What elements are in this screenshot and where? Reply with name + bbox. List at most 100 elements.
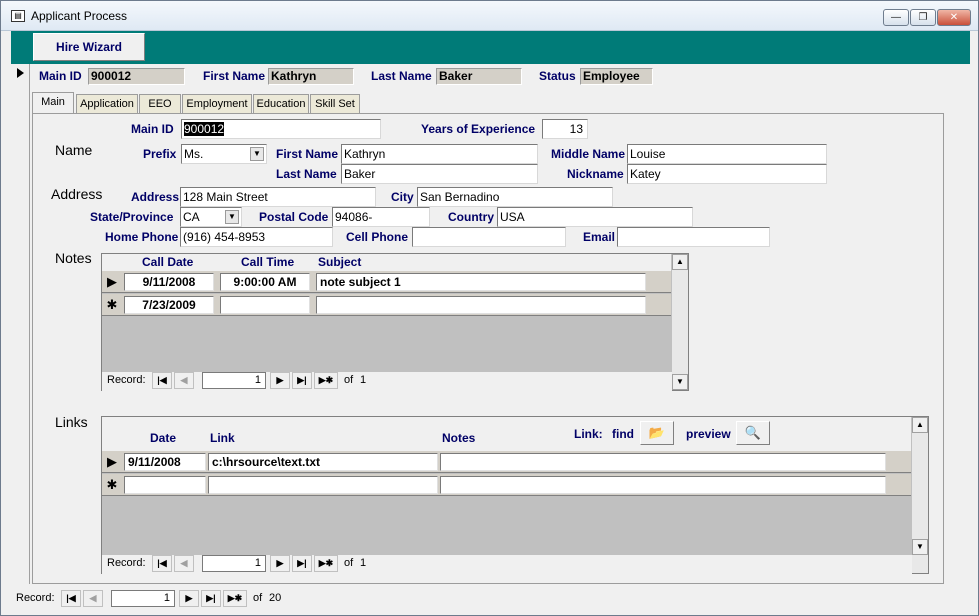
call-time-cell[interactable]	[220, 296, 310, 314]
links-scrollbar[interactable]: ▲ ▼	[911, 417, 928, 573]
preview-icon[interactable]: 🔍	[736, 421, 770, 445]
last-record-button[interactable]: ▶|	[292, 372, 312, 389]
address-section-heading: Address	[51, 186, 103, 202]
country-input[interactable]: USA	[497, 207, 693, 227]
folder-icon[interactable]: 📂	[640, 421, 674, 445]
table-row[interactable]: ✱	[102, 474, 912, 496]
first-record-button[interactable]: |◀	[152, 372, 172, 389]
state-select[interactable]: CA ▼	[180, 207, 242, 227]
date-header: Date	[150, 431, 177, 445]
last-name-input[interactable]: Baker	[341, 164, 538, 184]
subject-cell[interactable]	[316, 296, 646, 314]
home-phone-input[interactable]: (916) 454-8953	[180, 227, 333, 247]
prefix-select[interactable]: Ms. ▼	[181, 144, 267, 164]
table-row[interactable]: ▶ 9/11/2008 9:00:00 AM note subject 1	[102, 271, 672, 293]
links-section-heading: Links	[55, 414, 88, 430]
call-date-cell[interactable]: 7/23/2009	[124, 296, 214, 314]
record-selector-strip[interactable]	[11, 64, 30, 584]
email-label: Email	[583, 230, 616, 244]
scroll-up-icon[interactable]: ▲	[672, 254, 688, 270]
links-record-navigator: Record: |◀ ◀ 1 ▶ ▶| ▶✱ of 1	[102, 555, 912, 574]
next-record-button[interactable]: ▶	[270, 372, 290, 389]
link-path-cell[interactable]: c:\hrsource\text.txt	[208, 453, 438, 471]
links-subform: Date Link Notes Link: find 📂 preview 🔍 ▶…	[101, 416, 929, 574]
address-input[interactable]: 128 Main Street	[180, 187, 376, 207]
summary-last-name-field[interactable]: Baker	[436, 68, 522, 85]
last-record-button[interactable]: ▶|	[292, 555, 312, 572]
cell-phone-label: Cell Phone	[346, 230, 409, 244]
new-record-icon[interactable]: ✱	[102, 474, 122, 496]
call-date-cell[interactable]: 9/11/2008	[124, 273, 214, 291]
current-record-icon[interactable]: ▶	[102, 451, 122, 473]
nickname-input[interactable]: Katey	[627, 164, 827, 184]
email-input[interactable]	[617, 227, 770, 247]
link-notes-cell[interactable]	[440, 453, 886, 471]
record-number-input[interactable]: 1	[202, 372, 266, 389]
scroll-down-icon[interactable]: ▼	[912, 539, 928, 555]
call-time-cell[interactable]: 9:00:00 AM	[220, 273, 310, 291]
notes-record-navigator: Record: |◀ ◀ 1 ▶ ▶| ▶✱ of 1	[102, 372, 672, 391]
tab-eeo[interactable]: EEO	[139, 94, 181, 114]
scroll-up-icon[interactable]: ▲	[912, 417, 928, 433]
subject-cell[interactable]: note subject 1	[316, 273, 646, 291]
summary-main-id-field[interactable]: 900012	[88, 68, 185, 85]
next-record-button[interactable]: ▶	[179, 590, 199, 607]
summary-first-name-field[interactable]: Kathryn	[268, 68, 354, 85]
first-record-button[interactable]: |◀	[152, 555, 172, 572]
record-number-input[interactable]: 1	[202, 555, 266, 572]
last-record-button[interactable]: ▶|	[201, 590, 221, 607]
years-experience-input[interactable]: 13	[542, 119, 588, 139]
years-experience-label: Years of Experience	[421, 122, 536, 136]
summary-main-id-label: Main ID	[39, 69, 82, 83]
header-band: Hire Wizard	[11, 31, 970, 64]
tab-main[interactable]: Main	[32, 92, 74, 115]
first-record-button[interactable]: |◀	[61, 590, 81, 607]
new-record-button[interactable]: ▶✱	[314, 372, 338, 389]
minimize-button[interactable]: —	[883, 9, 909, 26]
link-path-cell[interactable]	[208, 476, 438, 494]
cell-phone-input[interactable]	[412, 227, 566, 247]
hire-wizard-button[interactable]: Hire Wizard	[33, 33, 145, 61]
record-total: 20	[269, 592, 282, 604]
record-label: Record:	[107, 557, 146, 569]
next-record-button[interactable]: ▶	[270, 555, 290, 572]
new-record-button[interactable]: ▶✱	[314, 555, 338, 572]
table-row[interactable]: ✱ 7/23/2009	[102, 294, 672, 316]
middle-name-input[interactable]: Louise	[627, 144, 827, 164]
current-record-icon[interactable]: ▶	[102, 271, 122, 293]
table-row[interactable]: ▶ 9/11/2008 c:\hrsource\text.txt	[102, 451, 912, 473]
record-total: 1	[360, 557, 367, 569]
tab-skill-set[interactable]: Skill Set	[310, 94, 360, 114]
city-label: City	[391, 190, 414, 204]
tab-employment[interactable]: Employment	[182, 94, 252, 114]
tab-education[interactable]: Education	[253, 94, 309, 114]
link-notes-cell[interactable]	[440, 476, 886, 494]
summary-status-field[interactable]: Employee	[580, 68, 653, 85]
new-record-button[interactable]: ▶✱	[223, 590, 247, 607]
first-name-input[interactable]: Kathryn	[341, 144, 538, 164]
main-id-input[interactable]: 900012	[181, 119, 381, 139]
link-date-cell[interactable]	[124, 476, 206, 494]
restore-button[interactable]: ❐	[910, 9, 936, 26]
prev-record-button[interactable]: ◀	[174, 372, 194, 389]
chevron-down-icon[interactable]: ▼	[250, 147, 264, 161]
record-number-input[interactable]: 1	[111, 590, 175, 607]
prev-record-button[interactable]: ◀	[83, 590, 103, 607]
link-date-cell[interactable]: 9/11/2008	[124, 453, 206, 471]
scroll-down-icon[interactable]: ▼	[672, 374, 688, 390]
city-input[interactable]: San Bernadino	[417, 187, 613, 207]
notes-scrollbar[interactable]: ▲ ▼	[671, 254, 688, 390]
subject-header: Subject	[318, 255, 362, 269]
summary-status-label: Status	[539, 69, 576, 83]
tab-application[interactable]: Application	[76, 94, 138, 114]
chevron-down-icon[interactable]: ▼	[225, 210, 239, 224]
call-date-header: Call Date	[142, 255, 194, 269]
postal-code-input[interactable]: 94086-	[332, 207, 430, 227]
prev-record-button[interactable]: ◀	[174, 555, 194, 572]
close-button[interactable]: ✕	[937, 9, 971, 26]
new-record-icon[interactable]: ✱	[102, 294, 122, 316]
main-id-value: 900012	[184, 122, 225, 136]
address-label: Address	[131, 190, 180, 204]
notes-section-heading: Notes	[55, 250, 92, 266]
notes-subform: Call Date Call Time Subject ▶ 9/11/2008 …	[101, 253, 689, 391]
